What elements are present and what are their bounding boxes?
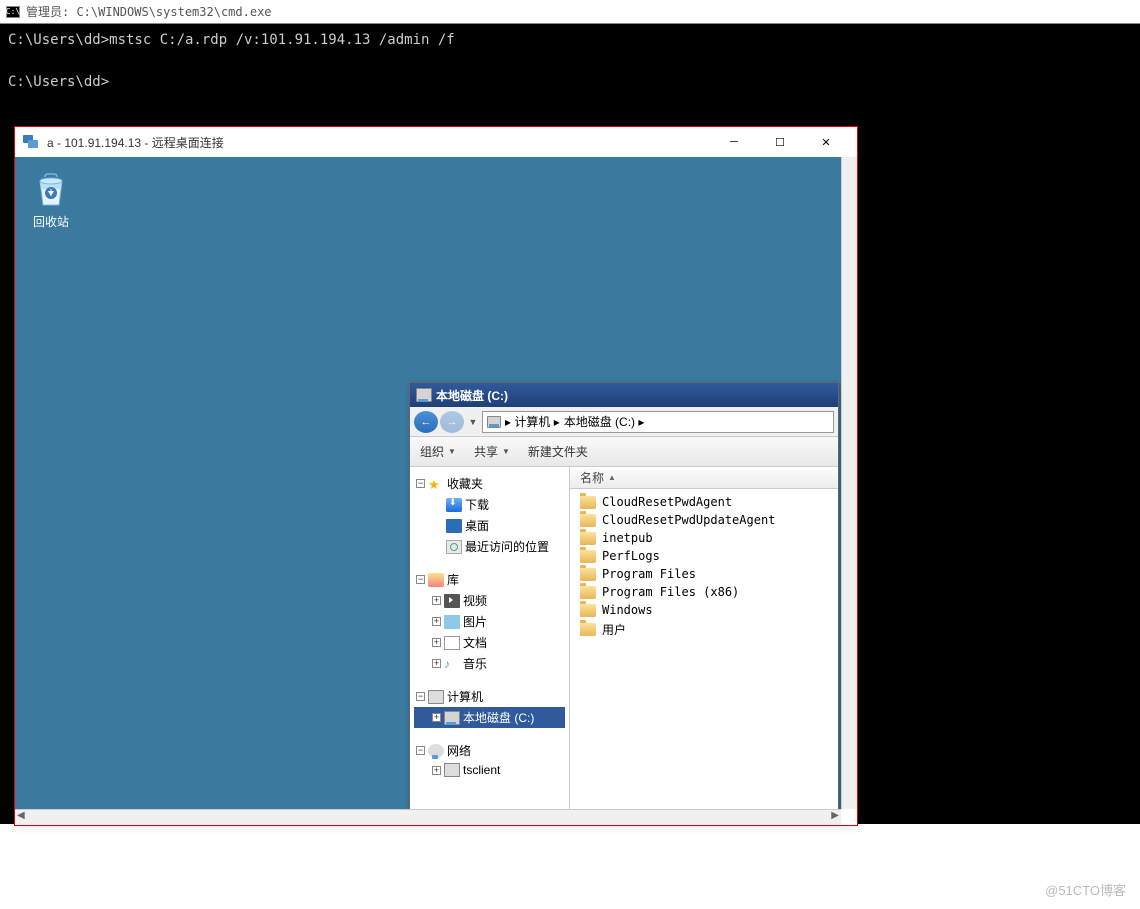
desktop-icon: [446, 519, 462, 533]
explorer-title-text: 本地磁盘 (C:): [436, 387, 508, 404]
column-header-name[interactable]: 名称 ▲: [570, 467, 838, 489]
new-folder-button[interactable]: 新建文件夹: [528, 443, 588, 460]
rdp-title-text: a - 101.91.194.13 - 远程桌面连接: [47, 134, 711, 151]
share-menu[interactable]: 共享▼: [474, 443, 510, 460]
folder-icon: [580, 568, 596, 581]
close-button[interactable]: ✕: [803, 128, 849, 156]
tree-downloads[interactable]: 下载: [414, 494, 565, 515]
tsclient-icon: [444, 763, 460, 777]
tree-pictures[interactable]: +图片: [414, 611, 565, 632]
explorer-toolbar: 组织▼ 共享▼ 新建文件夹: [410, 437, 838, 467]
list-item[interactable]: Program Files (x86): [572, 583, 836, 601]
rdp-titlebar[interactable]: a - 101.91.194.13 - 远程桌面连接 ─ ☐ ✕: [15, 127, 857, 157]
cmd-line-1: C:\Users\dd>mstsc C:/a.rdp /v:101.91.194…: [8, 30, 1132, 51]
tree-drive-c[interactable]: +本地磁盘 (C:): [414, 707, 565, 728]
folder-icon: [580, 496, 596, 509]
tree-favorites[interactable]: −★收藏夹: [414, 473, 565, 494]
network-icon: [428, 744, 444, 758]
list-item[interactable]: Windows: [572, 601, 836, 619]
tree-computer[interactable]: −计算机: [414, 686, 565, 707]
folder-icon: [580, 623, 596, 636]
expand-icon[interactable]: +: [432, 713, 441, 722]
cmd-icon: C:\: [6, 6, 20, 18]
watermark: @51CTO博客: [1045, 880, 1126, 899]
list-item[interactable]: PerfLogs: [572, 547, 836, 565]
file-list: 名称 ▲ CloudResetPwdAgent CloudResetPwdUpda…: [570, 467, 838, 809]
vertical-scrollbar[interactable]: [841, 157, 857, 809]
minimize-button[interactable]: ─: [711, 128, 757, 156]
tree-video[interactable]: +视频: [414, 590, 565, 611]
nav-history-dropdown[interactable]: ▼: [466, 417, 480, 427]
address-bar[interactable]: ▸ 计算机 ▸ 本地磁盘 (C:) ▸: [482, 411, 834, 433]
collapse-icon[interactable]: −: [416, 479, 425, 488]
recycle-bin-label: 回收站: [31, 213, 71, 230]
cmd-titlebar: C:\ 管理员: C:\WINDOWS\system32\cmd.exe: [0, 0, 1140, 24]
cmd-window: C:\ 管理员: C:\WINDOWS\system32\cmd.exe C:\…: [0, 0, 1140, 100]
explorer-navbar: ← → ▼ ▸ 计算机 ▸ 本地磁盘 (C:) ▸: [410, 407, 838, 437]
list-item[interactable]: inetpub: [572, 529, 836, 547]
maximize-button[interactable]: ☐: [757, 128, 803, 156]
list-item[interactable]: CloudResetPwdAgent: [572, 493, 836, 511]
address-drive-icon: [487, 416, 501, 428]
tree-tsclient[interactable]: +tsclient: [414, 761, 565, 779]
download-icon: [446, 498, 462, 512]
expand-icon[interactable]: +: [432, 766, 441, 775]
explorer-titlebar[interactable]: 本地磁盘 (C:): [410, 383, 838, 407]
collapse-icon[interactable]: −: [416, 575, 425, 584]
nav-back-button[interactable]: ←: [414, 411, 438, 433]
folder-icon: [580, 550, 596, 563]
tree-network[interactable]: −网络: [414, 740, 565, 761]
sort-asc-icon: ▲: [608, 473, 616, 482]
cmd-prompt: C:\Users\dd>: [8, 72, 1132, 93]
folder-tree[interactable]: −★收藏夹 下载 桌面 最近访问的位置 −库 +视频 +图片 +文档 +♪音乐 …: [410, 467, 570, 809]
file-name: Program Files: [602, 567, 696, 581]
documents-icon: [444, 636, 460, 650]
drive-icon: [416, 388, 432, 402]
breadcrumb-current: 本地磁盘 (C:) ▸: [564, 413, 645, 430]
list-item[interactable]: CloudResetPwdUpdateAgent: [572, 511, 836, 529]
list-item[interactable]: 用户: [572, 619, 836, 640]
tree-recent[interactable]: 最近访问的位置: [414, 536, 565, 557]
file-name: 用户: [602, 621, 626, 638]
cmd-title-text: 管理员: C:\WINDOWS\system32\cmd.exe: [26, 3, 272, 20]
library-icon: [428, 573, 444, 587]
collapse-icon[interactable]: −: [416, 692, 425, 701]
tree-library[interactable]: −库: [414, 569, 565, 590]
drive-icon: [444, 711, 460, 725]
tree-docs[interactable]: +文档: [414, 632, 565, 653]
file-name: CloudResetPwdUpdateAgent: [602, 513, 775, 527]
recent-icon: [446, 540, 462, 554]
horizontal-scrollbar[interactable]: [15, 809, 841, 825]
star-icon: ★: [428, 477, 444, 491]
file-name: PerfLogs: [602, 549, 660, 563]
rdp-icon: [23, 135, 39, 149]
explorer-window: 本地磁盘 (C:) ← → ▼ ▸ 计算机 ▸ 本地磁盘 (C:) ▸ 组织▼ …: [409, 382, 839, 809]
folder-icon: [580, 604, 596, 617]
breadcrumb-prefix: ▸ 计算机 ▸: [505, 413, 560, 430]
organize-menu[interactable]: 组织▼: [420, 443, 456, 460]
folder-icon: [580, 514, 596, 527]
file-name: inetpub: [602, 531, 653, 545]
tree-music[interactable]: +♪音乐: [414, 653, 565, 674]
pictures-icon: [444, 615, 460, 629]
computer-icon: [428, 690, 444, 704]
expand-icon[interactable]: +: [432, 638, 441, 647]
expand-icon[interactable]: +: [432, 596, 441, 605]
file-name: CloudResetPwdAgent: [602, 495, 732, 509]
rdp-window: a - 101.91.194.13 - 远程桌面连接 ─ ☐ ✕ 回收站: [14, 126, 858, 826]
expand-icon[interactable]: +: [432, 617, 441, 626]
file-name: Program Files (x86): [602, 585, 739, 599]
music-icon: ♪: [444, 657, 460, 671]
folder-icon: [580, 586, 596, 599]
expand-icon[interactable]: +: [432, 659, 441, 668]
file-name: Windows: [602, 603, 653, 617]
collapse-icon[interactable]: −: [416, 746, 425, 755]
list-item[interactable]: Program Files: [572, 565, 836, 583]
recycle-bin-icon[interactable]: 回收站: [31, 169, 71, 230]
remote-desktop[interactable]: 回收站 本地磁盘 (C:) ← → ▼ ▸ 计算机 ▸ 本地磁盘 (C:) ▸ …: [15, 157, 857, 809]
folder-icon: [580, 532, 596, 545]
tree-desktop[interactable]: 桌面: [414, 515, 565, 536]
video-icon: [444, 594, 460, 608]
nav-forward-button[interactable]: →: [440, 411, 464, 433]
